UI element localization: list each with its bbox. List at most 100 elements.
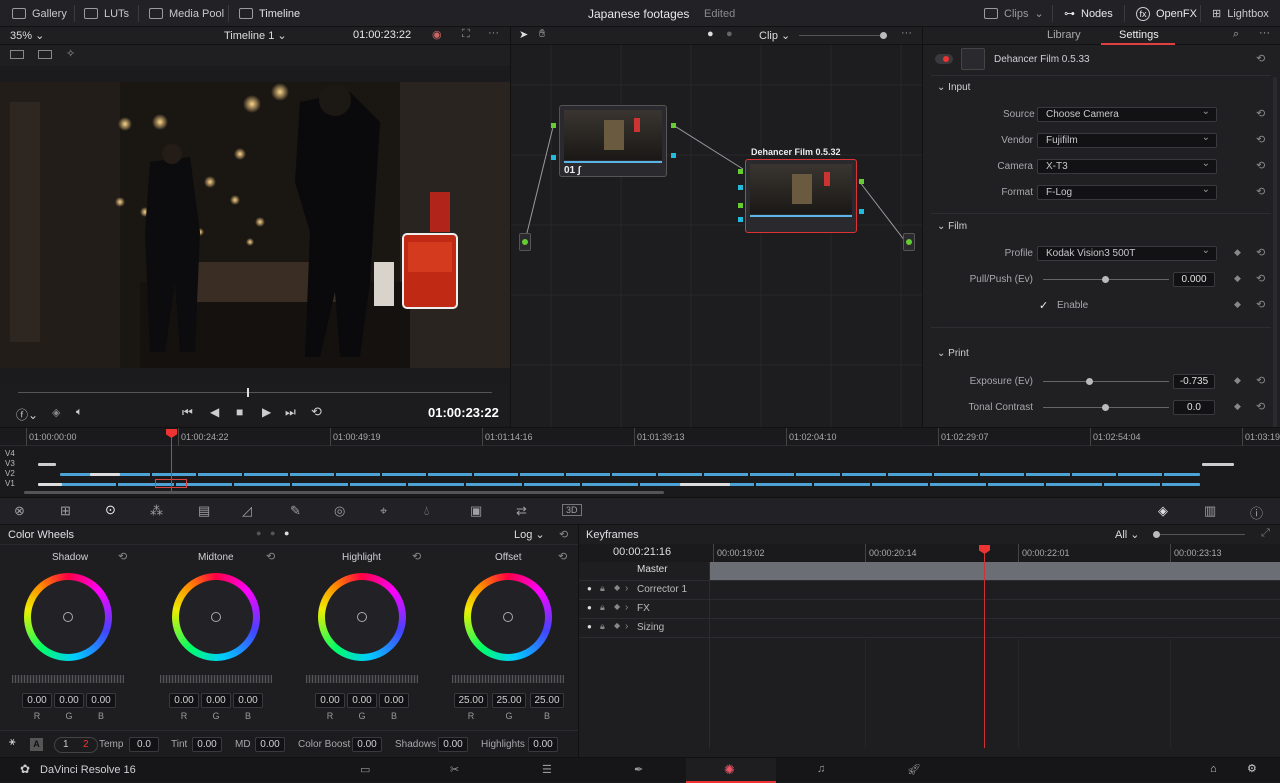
lightbox-button[interactable]: ⊞ Lightbox (1212, 0, 1269, 27)
more-options-icon[interactable]: ··· (901, 27, 912, 39)
expand-icon[interactable]: ⤢ (1261, 527, 1270, 540)
camera-reset-icon[interactable]: ⟲ (1256, 159, 1265, 172)
stop-icon[interactable]: ■ (236, 405, 243, 419)
more-options-icon[interactable]: ··· (488, 27, 499, 39)
offset-wheel[interactable] (464, 573, 552, 661)
chevron-right-icon[interactable]: › (625, 583, 628, 594)
vendor-reset-icon[interactable]: ⟲ (1256, 133, 1265, 146)
exposure-reset-icon[interactable]: ⟲ (1256, 374, 1265, 387)
color-wheels-icon[interactable]: ⊙ (105, 502, 116, 518)
source-dropdown[interactable]: Choose Camera (1037, 105, 1217, 122)
page-dot-icon[interactable]: ● (256, 528, 261, 538)
midtone-g-value[interactable]: 0.00 (201, 693, 231, 708)
offset-master-wheel[interactable] (452, 675, 564, 683)
film-section-header[interactable]: ⌄ Film (937, 221, 967, 232)
offset-r-value[interactable]: 25.00 (454, 693, 488, 708)
offset-g-value[interactable]: 25.00 (492, 693, 526, 708)
auto-balance-icon[interactable]: ⚹ (9, 736, 16, 749)
profile-keyframe-icon[interactable]: ◆ (1234, 247, 1241, 258)
tonal-slider-handle[interactable] (1102, 404, 1109, 411)
shadow-r-value[interactable]: 0.00 (22, 693, 52, 708)
play-icon[interactable]: ▶ (262, 405, 271, 419)
auto-color-button[interactable]: A (30, 738, 43, 751)
deliver-page-icon[interactable]: 🚀︎ (907, 763, 921, 776)
color-page-tab[interactable]: ✺ (686, 758, 776, 783)
highlight-wheel[interactable] (318, 573, 406, 661)
offset-reset-icon[interactable]: ⟲ (558, 550, 567, 563)
magic-wand-icon[interactable]: ✧ (66, 47, 75, 60)
visibility-dot-icon[interactable]: ● (587, 622, 592, 631)
mini-timeline[interactable]: 01:00:00:00 01:00:24:22 01:00:49:19 01:0… (0, 427, 1280, 497)
loop-icon[interactable]: ⟲ (311, 404, 322, 420)
shadow-b-value[interactable]: 0.00 (86, 693, 116, 708)
page-2[interactable]: 2 (83, 739, 89, 750)
temp-value[interactable]: 0.0 (129, 737, 159, 752)
qualifier-icon[interactable]: ✎ (290, 503, 301, 519)
more-options-icon[interactable]: ··· (1259, 27, 1270, 39)
highlight-b-value[interactable]: 0.00 (379, 693, 409, 708)
keyframe-zoom-handle[interactable] (1153, 531, 1160, 538)
rgb-mixer-icon[interactable]: ⁂ (150, 503, 163, 519)
tonal-keyframe-icon[interactable]: ◆ (1234, 401, 1241, 412)
format-reset-icon[interactable]: ⟲ (1256, 185, 1265, 198)
page-dot-icon-3[interactable]: ● (284, 528, 289, 538)
node-zoom-slider[interactable] (799, 35, 883, 36)
fullscreen-icon[interactable]: ⛶ (462, 28, 470, 41)
last-frame-icon[interactable]: ⏭︎ (285, 405, 296, 420)
source-reset-icon[interactable]: ⟲ (1256, 107, 1265, 120)
node-02-input-green-2[interactable] (738, 203, 743, 208)
timeline-button[interactable]: Timeline (239, 0, 300, 27)
node-02-input-blue[interactable] (738, 185, 743, 190)
reverse-icon[interactable]: ◀ (210, 405, 219, 419)
tab-settings[interactable]: Settings (1119, 29, 1159, 41)
nodes-button[interactable]: ⊶ Nodes (1064, 0, 1113, 27)
search-icon[interactable]: ⌕ (1233, 28, 1239, 41)
format-dropdown[interactable]: F-Log (1037, 183, 1217, 200)
node-editor[interactable]: ➤ ✋︎ ● ● Clip ⌄ ··· 01 ∫ Dehancer Film 0… (510, 27, 923, 427)
pullpush-reset-icon[interactable]: ⟲ (1256, 272, 1265, 285)
home-icon[interactable]: ⌂ (1210, 763, 1217, 775)
scrubber-track[interactable] (18, 392, 492, 393)
viewer-image[interactable] (0, 82, 510, 368)
gallery-button[interactable]: Gallery (12, 0, 67, 27)
edit-page-icon[interactable]: ☰ (542, 763, 552, 776)
wipe-icon[interactable] (38, 50, 52, 59)
node-02-dehancer[interactable] (745, 159, 857, 233)
clip-v1-white[interactable] (680, 483, 730, 486)
timeline-ruler[interactable]: 01:00:00:00 01:00:24:22 01:00:49:19 01:0… (0, 428, 1280, 446)
color-viewer-icon[interactable]: ◉ (432, 28, 442, 41)
midtone-reset-icon[interactable]: ⟲ (266, 550, 275, 563)
clip-v2-white[interactable] (90, 473, 120, 476)
clips-v2[interactable] (60, 473, 1200, 476)
window-icon[interactable]: ◎ (334, 503, 345, 519)
node-01-input-green[interactable] (551, 123, 556, 128)
scopes-icon[interactable]: ▥ (1204, 503, 1216, 519)
input-section-header[interactable]: ⌄ Input (937, 82, 970, 93)
midtone-master-wheel[interactable] (160, 675, 272, 683)
clip-v1-white[interactable] (38, 483, 62, 486)
tracker-icon[interactable]: ⌖ (380, 503, 387, 519)
shadow-g-value[interactable]: 0.00 (54, 693, 84, 708)
first-frame-icon[interactable]: ⏮︎ (182, 405, 193, 420)
pullpush-keyframe-icon[interactable]: ◆ (1234, 273, 1241, 284)
keyframe-ruler[interactable]: 00:00:19:02 00:00:20:14 00:00:22:01 00:0… (709, 544, 1280, 562)
node-01-output-green[interactable] (671, 123, 676, 128)
node-02-output-green[interactable] (859, 179, 864, 184)
shadow-reset-icon[interactable]: ⟲ (118, 550, 127, 563)
cut-page-icon[interactable]: ✂︎ (450, 763, 459, 776)
keyframe-diamond-icon[interactable]: ◆ (614, 621, 620, 630)
enable-keyframe-icon[interactable]: ◆ (1234, 299, 1241, 310)
zoom-dropdown[interactable]: 35% ⌄ (10, 29, 44, 42)
lock-icon[interactable]: 🔒︎ (600, 583, 605, 594)
keyframe-row[interactable]: ● 🔒︎ ◆ › FX (579, 600, 1280, 619)
node-mode-dropdown[interactable]: Clip ⌄ (759, 29, 790, 42)
lock-icon[interactable]: 🔒︎ (600, 621, 605, 632)
3d-icon[interactable]: 3D (562, 504, 582, 516)
openfx-button[interactable]: fx OpenFX (1136, 0, 1197, 27)
exposure-keyframe-icon[interactable]: ◆ (1234, 375, 1241, 386)
color-boost-value[interactable]: 0.00 (352, 737, 382, 752)
exposure-slider-track[interactable] (1043, 381, 1169, 382)
fairlight-page-icon[interactable]: ♫ (817, 763, 825, 775)
pointer-icon[interactable]: ➤ (519, 28, 528, 41)
highlights-value[interactable]: 0.00 (528, 737, 558, 752)
